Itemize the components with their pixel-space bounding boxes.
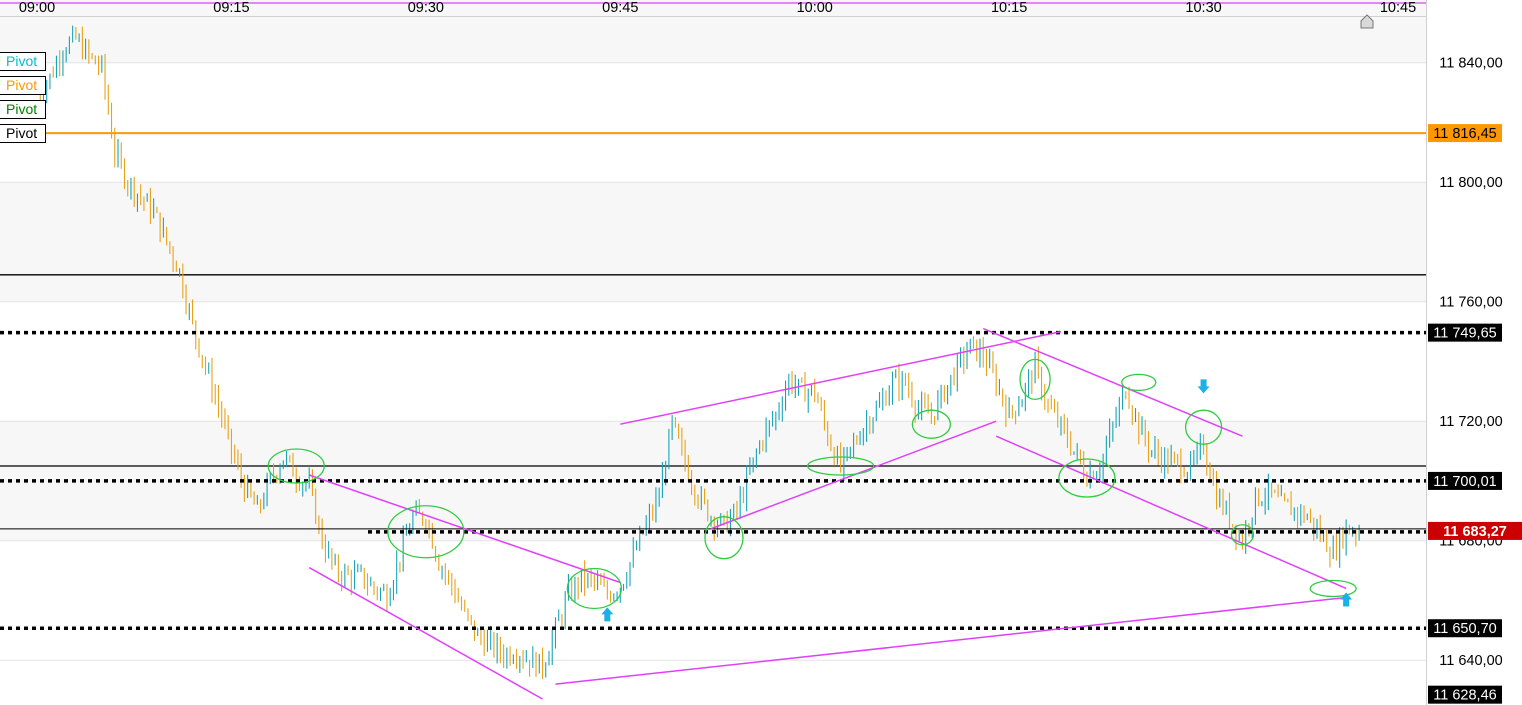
band [0, 62, 1426, 183]
x-tick-label: 10:30 [1185, 0, 1221, 16]
x-tick-label: 09:15 [213, 0, 249, 16]
legend-pivot-cyan[interactable]: Pivot [0, 52, 46, 71]
legend-pivot-green[interactable]: Pivot [0, 100, 46, 119]
pivot-legend: Pivot Pivot Pivot Pivot [0, 52, 46, 148]
band [0, 182, 1426, 302]
band [0, 301, 1426, 422]
y-tick-label: 11 840,00 [1439, 56, 1502, 72]
price-badge-label: 11 700,01 [1433, 474, 1496, 490]
x-tick-label: 10:00 [797, 0, 833, 16]
price-badge-label: 11 628,46 [1433, 688, 1496, 704]
x-tick-label: 09:45 [602, 0, 638, 16]
legend-pivot-black[interactable]: Pivot [0, 124, 46, 143]
price-chart[interactable]: 11 840,00 11 800,00 11 760,00 11 720,00 11 6… [0, 0, 1522, 705]
x-tick-label: 10:45 [1380, 0, 1416, 16]
price-badge-label: 11 816,45 [1433, 126, 1496, 142]
y-tick-label: 11 720,00 [1439, 414, 1502, 430]
price-badge-label: 11 749,65 [1433, 326, 1496, 342]
price-badge-label: 11 650,70 [1433, 621, 1496, 637]
x-tick-label: 09:00 [19, 0, 55, 16]
y-tick-label: 11 800,00 [1439, 175, 1502, 191]
background-bands [0, 0, 1426, 705]
y-tick-label: 11 640,00 [1439, 653, 1502, 669]
x-tick-label: 10:15 [991, 0, 1027, 16]
x-tick-label: 09:30 [408, 0, 444, 16]
band [0, 540, 1426, 661]
price-axis[interactable]: 11 840,00 11 800,00 11 760,00 11 720,00 11 6… [1426, 0, 1522, 705]
y-tick-label: 11 760,00 [1439, 295, 1502, 311]
legend-pivot-orange[interactable]: Pivot [0, 76, 46, 95]
price-badge-label: 11 683,27 [1443, 524, 1507, 540]
